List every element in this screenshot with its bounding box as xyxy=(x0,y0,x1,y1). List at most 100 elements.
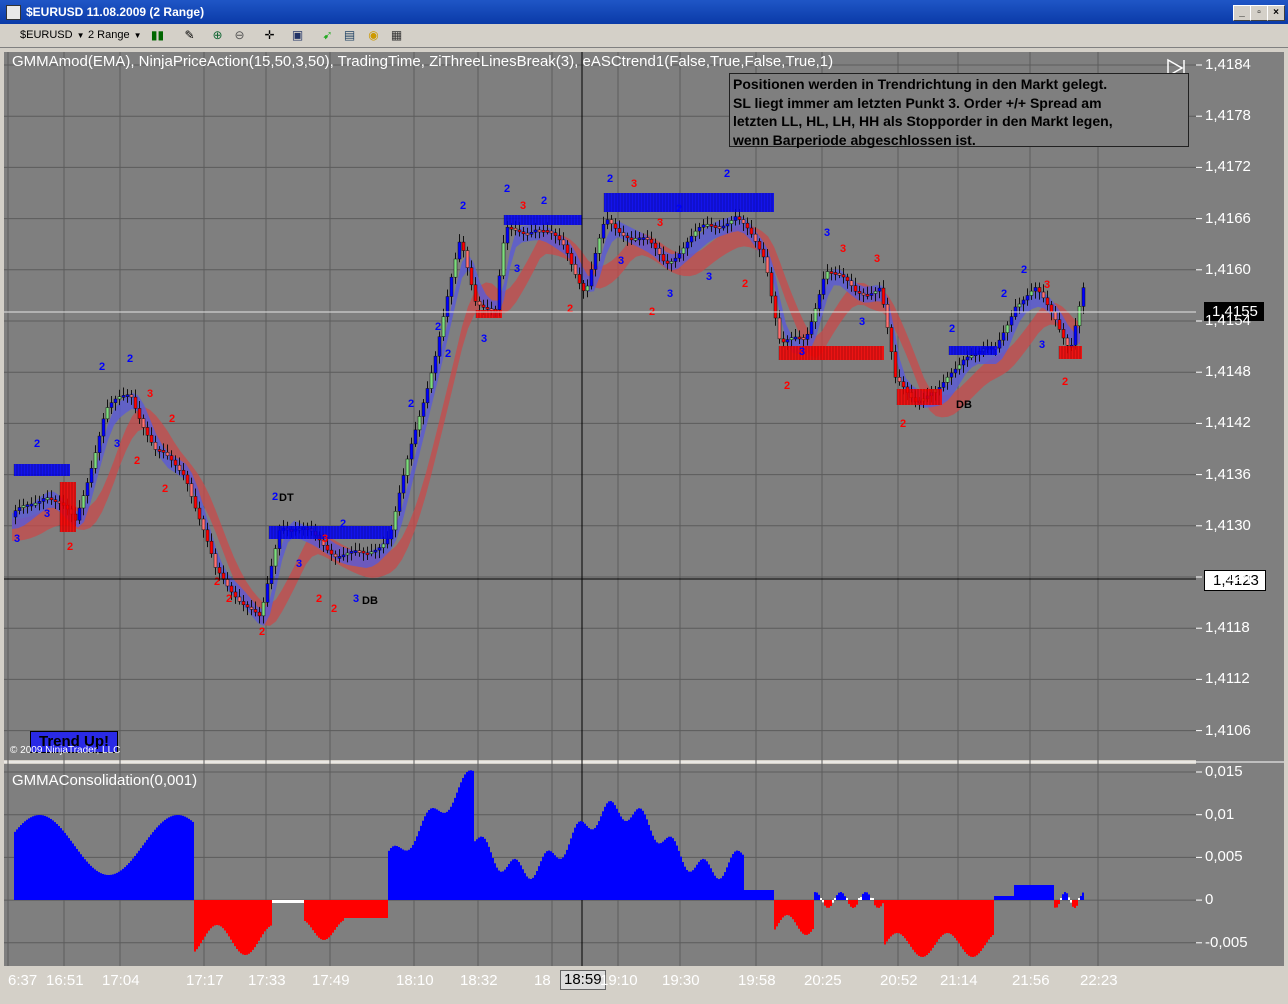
indicators-icon[interactable]: ▤ xyxy=(342,28,357,42)
candle-body xyxy=(441,316,446,337)
candle-body xyxy=(593,253,598,270)
consolidation-bar xyxy=(152,832,154,900)
consolidation-bar xyxy=(146,839,148,900)
note-line: Positionen werden in Trendrichtung in de… xyxy=(733,76,1108,92)
swing-point-label: 3 xyxy=(667,288,673,300)
candle-body xyxy=(17,507,22,511)
consolidation-bar xyxy=(868,894,870,900)
candle-body xyxy=(49,497,54,501)
consolidation-bar xyxy=(832,900,834,903)
consolidation-bar xyxy=(1054,900,1056,908)
consolidation-bar xyxy=(930,900,932,951)
price-tick-label: 1,4184 xyxy=(1205,56,1251,73)
candle-body xyxy=(53,499,58,502)
candle-body xyxy=(653,242,658,249)
consolidation-bar xyxy=(944,900,946,934)
swing-point-label: 2 xyxy=(214,576,220,588)
swing-point-label: 2 xyxy=(67,541,73,553)
consolidation-bar xyxy=(838,892,840,900)
time-tick-label: 17:04 xyxy=(102,972,140,989)
consolidation-bar xyxy=(18,827,20,900)
consolidation-bar xyxy=(774,900,776,930)
candle-body xyxy=(673,257,678,262)
consolidation-bar xyxy=(788,900,790,916)
swing-point-label: 2 xyxy=(272,491,278,503)
consolidation-bar xyxy=(656,842,658,900)
consolidation-bar xyxy=(1048,885,1050,900)
consolidation-bar xyxy=(334,900,336,930)
candle-body xyxy=(353,550,358,553)
candle-body xyxy=(253,609,258,613)
candle-body xyxy=(21,505,26,508)
candle-body xyxy=(521,231,526,235)
consolidation-bar xyxy=(746,890,748,900)
candle-body xyxy=(217,567,222,574)
consolidation-bar xyxy=(726,867,728,900)
consolidation-bar xyxy=(486,842,488,900)
consolidation-bar xyxy=(256,900,258,945)
candle-body xyxy=(237,596,242,602)
consolidation-bar xyxy=(710,868,712,900)
consolidation-bar xyxy=(308,900,310,925)
zoom-in-icon[interactable]: ⊕ xyxy=(210,28,225,42)
consolidation-bar xyxy=(116,872,118,900)
time-tick-label: 19:10 xyxy=(600,972,638,989)
consolidation-bar xyxy=(288,900,290,903)
candle-body xyxy=(213,553,218,568)
instrument-selector[interactable]: $EURUSD ▼ xyxy=(20,27,85,43)
crosshair-icon[interactable]: ✛ xyxy=(262,28,277,42)
restore-button[interactable]: ▫ xyxy=(1250,5,1268,21)
consolidation-bar xyxy=(500,871,502,900)
candle-body xyxy=(741,219,746,224)
candle-body xyxy=(229,585,234,593)
zoom-out-icon[interactable]: ⊖ xyxy=(232,28,247,42)
candle-body xyxy=(1029,290,1034,296)
consolidation-bar xyxy=(552,853,554,900)
consolidation-bar xyxy=(836,895,838,900)
candle-body xyxy=(849,280,854,286)
consolidation-bar xyxy=(370,900,372,918)
drawing-tool-icon[interactable]: ✎ xyxy=(182,28,197,42)
candle-body xyxy=(777,317,782,340)
consolidation-bar xyxy=(126,865,128,900)
consolidation-bar xyxy=(400,848,402,900)
candle-body xyxy=(505,226,510,244)
consolidation-bar xyxy=(686,869,688,900)
close-button[interactable]: × xyxy=(1267,5,1285,21)
consolidation-bar xyxy=(618,812,620,900)
candle-body xyxy=(257,611,262,617)
consolidation-bar xyxy=(622,819,624,900)
instrument-label: $EURUSD xyxy=(20,29,73,41)
consolidation-bar xyxy=(464,774,466,900)
candle-body xyxy=(1005,324,1010,333)
consolidation-bar xyxy=(666,837,668,900)
candle-body xyxy=(1017,303,1022,308)
consolidation-bar xyxy=(74,846,76,900)
consolidation-bar xyxy=(594,827,596,900)
candle-body xyxy=(645,237,650,240)
consolidation-bar xyxy=(764,890,766,900)
chart-style-icon[interactable]: ▮▮ xyxy=(150,28,165,42)
candle-body xyxy=(1073,325,1078,346)
consolidation-bar xyxy=(1016,885,1018,900)
candle-body xyxy=(333,553,338,558)
consolidation-bar xyxy=(376,900,378,918)
consolidation-bar xyxy=(120,870,122,900)
price-tick-label: 1,4148 xyxy=(1205,363,1251,381)
properties-icon[interactable]: ▣ xyxy=(290,28,305,42)
minimize-button[interactable]: _ xyxy=(1233,5,1251,21)
consolidation-bar xyxy=(866,892,868,900)
consolidation-bar xyxy=(908,900,910,944)
window-title: $EURUSD 11.08.2009 (2 Range) xyxy=(26,5,205,19)
consolidation-bar xyxy=(100,873,102,900)
chart-area[interactable]: 3232232322222223232232222323322233233232… xyxy=(4,52,1284,968)
consolidation-bar xyxy=(704,859,706,900)
strategy-icon[interactable]: ➹ xyxy=(320,28,335,42)
consolidation-bar xyxy=(254,900,256,948)
candle-body xyxy=(545,230,550,233)
data-box-icon[interactable]: ▦ xyxy=(389,28,404,42)
consolidation-bar xyxy=(202,900,204,940)
order-icon[interactable]: ◉ xyxy=(366,28,381,42)
period-selector[interactable]: 2 Range ▼ xyxy=(88,27,142,43)
note-line: wenn Barperiode abgeschlossen ist. xyxy=(733,131,976,148)
